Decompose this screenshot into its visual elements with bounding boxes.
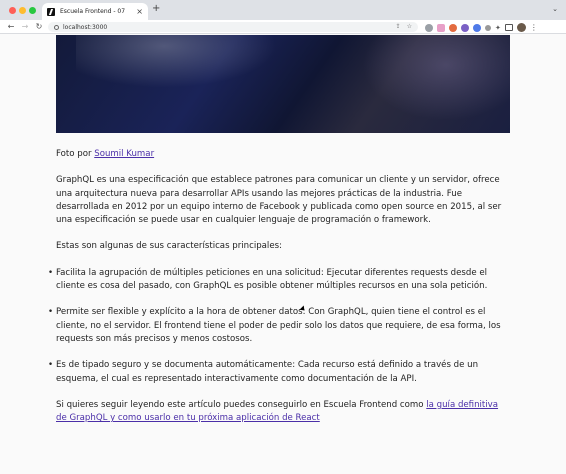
new-tab-button[interactable]: + bbox=[152, 4, 160, 14]
reload-button[interactable]: ↻ bbox=[32, 22, 46, 31]
list-item: Facilita la agrupación de múltiples peti… bbox=[48, 267, 510, 294]
article-hero-image bbox=[56, 35, 510, 133]
site-info-icon[interactable] bbox=[54, 24, 59, 30]
photo-credit-prefix: Foto por bbox=[56, 149, 95, 159]
photo-author-link[interactable]: Soumil Kumar bbox=[94, 149, 154, 159]
tab-strip: Escuela Frontend - 07 × + ⌄ bbox=[0, 0, 566, 20]
side-panel-icon[interactable] bbox=[504, 24, 513, 31]
extension-icon[interactable] bbox=[425, 23, 433, 32]
tab-title: Escuela Frontend - 07 bbox=[60, 8, 126, 15]
tab-search-icon[interactable]: ⌄ bbox=[552, 5, 558, 13]
bookmark-star-icon[interactable]: ☆ bbox=[407, 23, 412, 30]
list-item: Es de tipado seguro y se documenta autom… bbox=[48, 359, 510, 386]
outro-paragraph: Si quieres seguir leyendo este artículo … bbox=[56, 399, 510, 426]
extension-icon[interactable] bbox=[461, 23, 469, 32]
extension-icon[interactable] bbox=[473, 23, 481, 32]
browser-menu-icon[interactable]: ⋮ bbox=[530, 23, 538, 32]
extension-icon[interactable] bbox=[437, 23, 445, 32]
maximize-window-button[interactable] bbox=[29, 7, 36, 14]
url-text: localhost:3000 bbox=[63, 23, 108, 31]
tab-close-icon[interactable]: × bbox=[136, 7, 143, 16]
features-intro: Estas son algunas de sus características… bbox=[56, 241, 282, 252]
photo-credit: Foto por Soumil Kumar bbox=[56, 148, 510, 161]
article-body: Foto por Soumil Kumar GraphQL es una esp… bbox=[48, 148, 510, 438]
minimize-window-button[interactable] bbox=[19, 7, 26, 14]
forward-button[interactable]: → bbox=[18, 22, 32, 31]
share-icon[interactable]: ⇪ bbox=[396, 23, 401, 30]
address-bar[interactable]: localhost:3000 ⇪ ☆ bbox=[48, 22, 418, 32]
outro-text: Si quieres seguir leyendo este artículo … bbox=[56, 399, 427, 410]
features-list: Facilita la agrupación de múltiples peti… bbox=[48, 267, 510, 386]
browser-toolbar: ← → ↻ localhost:3000 ⇪ ☆ ✦ ⋮ bbox=[0, 20, 566, 34]
site-favicon-icon bbox=[47, 7, 55, 16]
browser-tab[interactable]: Escuela Frontend - 07 × bbox=[42, 3, 148, 20]
profile-avatar[interactable] bbox=[516, 23, 526, 32]
extension-icon[interactable] bbox=[485, 24, 491, 31]
extensions-area: ✦ ⋮ bbox=[425, 23, 538, 32]
extensions-puzzle-icon[interactable]: ✦ bbox=[495, 24, 501, 32]
close-window-button[interactable] bbox=[9, 7, 16, 14]
back-button[interactable]: ← bbox=[4, 22, 18, 31]
intro-paragraph: GraphQL es una especificación que establ… bbox=[56, 175, 502, 226]
extension-icon[interactable] bbox=[449, 23, 457, 32]
list-item: Permite ser flexible y explícito a la ho… bbox=[48, 306, 510, 346]
